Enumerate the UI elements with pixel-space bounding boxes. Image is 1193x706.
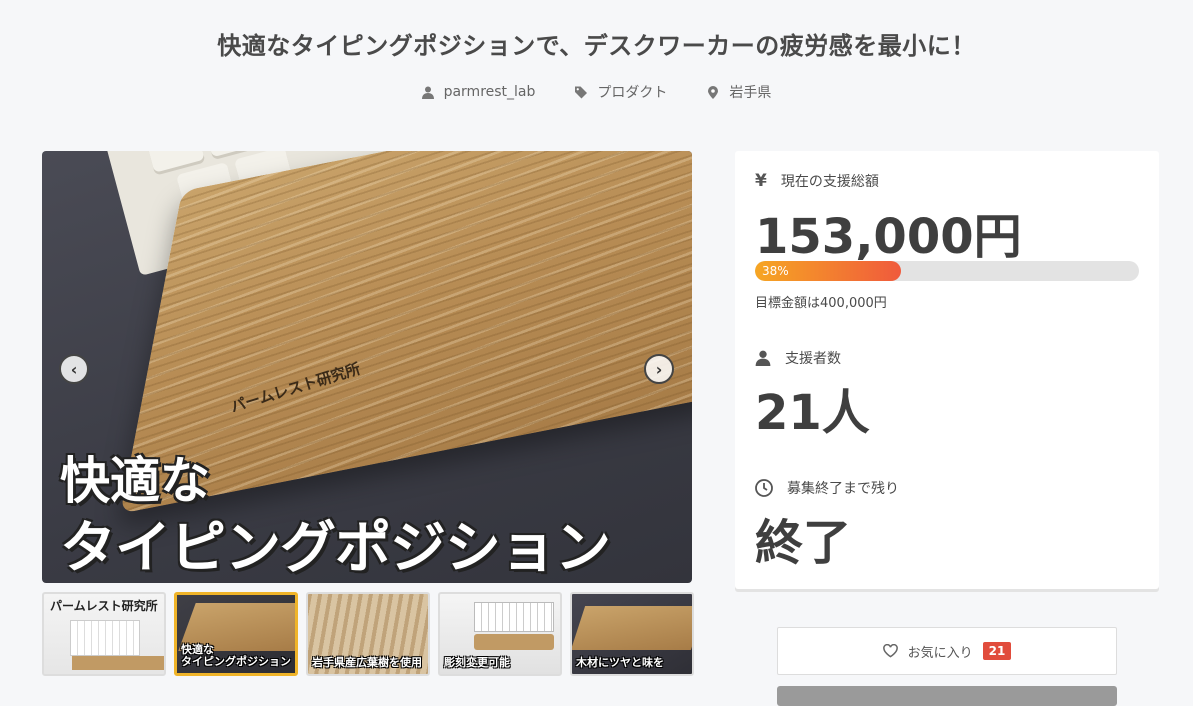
location-name: 岩手県 (729, 85, 772, 101)
thumbnail-3[interactable]: 岩手県産広葉樹を使用 (306, 592, 430, 676)
thumbnail-label: 快適な タイピングポジション (181, 642, 291, 669)
category-link[interactable]: プロダクト (575, 82, 667, 102)
location-link[interactable]: 岩手県 (707, 82, 771, 102)
yen-icon: ¥ (755, 171, 767, 191)
project-meta: parmrest_lab プロダクト 岩手県 (0, 82, 1193, 102)
favorite-count-badge: 21 (982, 642, 1012, 660)
raised-amount: 153,000円 (755, 209, 1022, 265)
chevron-right-icon: › (655, 359, 663, 379)
raised-label: ¥ 現在の支援総額 (755, 171, 879, 191)
heart-icon (882, 644, 898, 658)
supporters-label: 支援者数 (755, 348, 841, 368)
thumbnail-label: 彫刻変更可能 (444, 656, 510, 670)
main-gallery-image: パームレスト研究所 快適な タイピングポジション ‹ › (42, 151, 692, 583)
thumbnail-5[interactable]: 木材にツヤと味を (570, 592, 694, 676)
tag-icon (575, 86, 588, 98)
clock-icon (755, 479, 773, 497)
user-icon (755, 350, 771, 366)
supporters-count: 21人 (755, 385, 870, 441)
map-marker-icon (708, 85, 719, 99)
support-button[interactable] (777, 686, 1117, 706)
thumbnail-strip: パームレスト研究所 快適な タイピングポジション 岩手県産広葉樹を使用 彫刻変更… (42, 592, 694, 676)
thumbnail-label: 岩手県産広葉樹を使用 (312, 656, 422, 670)
favorite-button[interactable]: お気に入り 21 (777, 627, 1117, 675)
thumbnail-4[interactable]: 彫刻変更可能 (438, 592, 562, 676)
author-name: parmrest_lab (443, 84, 536, 100)
thumbnail-1[interactable]: パームレスト研究所 (42, 592, 166, 676)
prev-image-button[interactable]: ‹ (59, 354, 89, 384)
time-remaining-label: 募集終了まで残り (755, 478, 899, 498)
progress-fill: 38% (755, 261, 901, 281)
project-title: 快適なタイピングポジションで、デスクワーカーの疲労感を最小に！ (217, 32, 976, 60)
thumbnail-2[interactable]: 快適な タイピングポジション (174, 592, 298, 676)
author-link[interactable]: parmrest_lab (421, 82, 536, 102)
next-image-button[interactable]: › (644, 354, 674, 384)
funding-stats-card: ¥ 現在の支援総額 153,000円 38% 目標金額は400,000円 支援者… (735, 151, 1159, 589)
favorite-label: お気に入り (907, 645, 973, 661)
thumbnail-label: 木材にツヤと味を (576, 656, 664, 670)
category-name: プロダクト (597, 85, 668, 101)
funding-progress-bar: 38% (755, 261, 1139, 281)
user-icon (421, 86, 434, 99)
time-remaining-value: 終了 (755, 515, 852, 571)
goal-amount: 目標金額は400,000円 (755, 296, 887, 311)
overlay-heading-2: タイピングポジション (60, 516, 611, 581)
chevron-left-icon: ‹ (70, 359, 78, 379)
thumbnail-title: パームレスト研究所 (50, 599, 158, 613)
